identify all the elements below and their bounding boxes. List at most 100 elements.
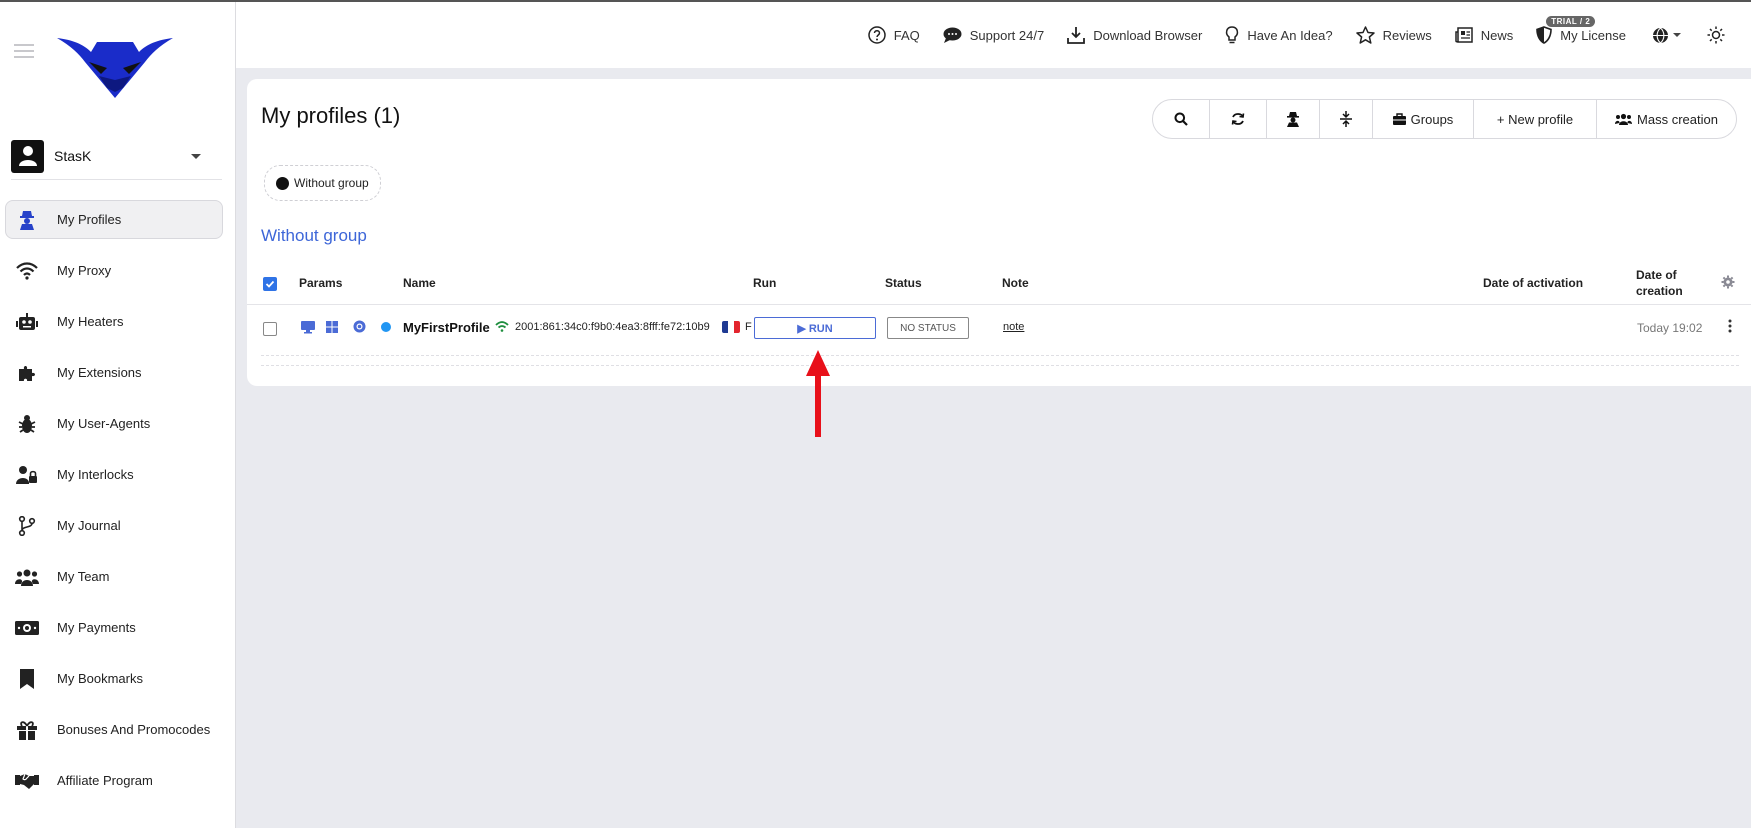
sidebar-item-my-proxy[interactable]: My Proxy <box>5 251 223 290</box>
col-run: Run <box>753 276 777 290</box>
compress-icon <box>1340 111 1352 127</box>
new-profile-label: + New profile <box>1496 111 1574 127</box>
support-label: Support 24/7 <box>969 27 1045 43</box>
run-button[interactable]: ▶ RUN <box>754 317 876 339</box>
sidebar-item-my-payments[interactable]: My Payments <box>5 608 223 647</box>
sidebar-item-my-extensions[interactable]: My Extensions <box>5 353 223 392</box>
newspaper-icon <box>1454 27 1473 43</box>
faq-link[interactable]: FAQ <box>867 26 920 44</box>
profiles-card: My profiles (1) Groups + New profile Mas… <box>247 79 1751 386</box>
chat-icon <box>943 27 962 43</box>
groups-button[interactable]: Groups <box>1373 100 1474 138</box>
download-icon <box>1067 27 1086 44</box>
sidebar-item-label: My Bookmarks <box>57 671 143 686</box>
top-nav: FAQ Support 24/7 Download Browser Have A… <box>845 16 1733 44</box>
select-all-checkbox[interactable] <box>263 277 277 291</box>
puzzle-icon <box>15 361 39 385</box>
idea-link[interactable]: Have An Idea? <box>1225 26 1333 44</box>
support-link[interactable]: Support 24/7 <box>943 27 1044 43</box>
shield-icon <box>1536 26 1553 44</box>
news-label: News <box>1480 27 1514 43</box>
sidebar-item-label: My Payments <box>57 620 136 635</box>
refresh-button[interactable] <box>1210 100 1267 138</box>
new-profile-button[interactable]: + New profile <box>1474 100 1597 138</box>
collapse-button[interactable] <box>1320 100 1373 138</box>
bug-icon <box>15 412 39 436</box>
globe-icon <box>1653 27 1668 43</box>
col-date-activation: Date of activation <box>1483 276 1584 290</box>
wifi-icon <box>15 259 39 283</box>
brand-logo[interactable] <box>55 30 175 100</box>
incognito-button[interactable] <box>1267 100 1320 138</box>
language-selector[interactable] <box>1652 27 1681 44</box>
chevron-down-icon[interactable] <box>191 153 201 159</box>
sidebar-item-affiliate[interactable]: Affiliate Program <box>5 761 223 800</box>
sidebar-item-my-heaters[interactable]: My Heaters <box>5 302 223 341</box>
france-flag-icon <box>722 321 740 333</box>
more-options-icon[interactable] <box>1728 319 1732 336</box>
divider <box>11 179 222 180</box>
bookmark-icon <box>15 667 39 691</box>
reviews-label: Reviews <box>1382 27 1432 43</box>
top-bar: FAQ Support 24/7 Download Browser Have A… <box>236 2 1751 68</box>
proxy-ip: 2001:861:34c0:f9b0:4ea3:8fff:fe72:10b9 <box>515 321 710 333</box>
reviews-link[interactable]: Reviews <box>1355 26 1432 44</box>
col-name: Name <box>403 276 436 290</box>
profile-name[interactable]: MyFirstProfile <box>403 320 490 335</box>
creation-date: Today 19:02 <box>1637 321 1703 335</box>
question-icon <box>867 26 886 44</box>
user-name: StasK <box>54 148 92 164</box>
download-browser-link[interactable]: Download Browser <box>1067 26 1202 44</box>
theme-toggle[interactable] <box>1707 26 1733 44</box>
profiles-toolbar: Groups + New profile Mass creation <box>1152 99 1737 139</box>
lightbulb-icon <box>1226 26 1239 44</box>
avatar <box>11 139 44 173</box>
news-link[interactable]: News <box>1454 27 1514 43</box>
gear-icon[interactable] <box>1721 275 1735 292</box>
row-divider <box>261 365 1739 366</box>
note-link[interactable]: note <box>1003 321 1024 333</box>
license-link[interactable]: TRIAL / 2 My License <box>1536 16 1626 44</box>
sidebar-item-my-profiles[interactable]: My Profiles <box>5 200 223 239</box>
handshake-icon <box>15 769 39 793</box>
mass-creation-button[interactable]: Mass creation <box>1597 100 1736 138</box>
sidebar-item-label: My Team <box>57 569 110 584</box>
sidebar-item-my-journal[interactable]: My Journal <box>5 506 223 545</box>
chevron-down-icon <box>1673 33 1681 37</box>
team-icon <box>15 565 39 589</box>
col-note: Note <box>1002 276 1029 290</box>
row-divider <box>261 355 1739 356</box>
sidebar-item-my-interlocks[interactable]: My Interlocks <box>5 455 223 494</box>
sidebar-item-my-user-agents[interactable]: My User-Agents <box>5 404 223 443</box>
sidebar-item-label: My User-Agents <box>57 416 151 431</box>
briefcase-icon <box>1392 113 1406 125</box>
col-date-creation: Date of creation <box>1636 268 1683 298</box>
user-lock-icon <box>15 463 39 487</box>
col-status: Status <box>885 276 922 290</box>
annotation-arrow <box>806 350 830 437</box>
star-icon <box>1355 26 1375 44</box>
status-badge[interactable]: NO STATUS <box>887 317 969 339</box>
sidebar-item-bonuses[interactable]: Bonuses And Promocodes <box>5 710 223 749</box>
profiles-icon <box>15 208 39 232</box>
download-label: Download Browser <box>1093 27 1203 43</box>
row-checkbox[interactable] <box>263 322 277 336</box>
table-row[interactable]: MyFirstProfile 2001:861:34c0:f9b0:4ea3:8… <box>247 305 1751 349</box>
robot-icon <box>15 310 39 334</box>
users-icon <box>1615 113 1633 125</box>
user-menu[interactable]: StasK <box>11 138 211 174</box>
search-button[interactable] <box>1153 100 1210 138</box>
gift-icon <box>15 718 39 742</box>
group-chip-label: Without group <box>294 176 369 190</box>
status-dot <box>381 322 391 332</box>
group-filter-chip[interactable]: Without group <box>264 165 381 201</box>
sidebar-item-my-bookmarks[interactable]: My Bookmarks <box>5 659 223 698</box>
table-header: Params Name Run Status Note Date of acti… <box>247 261 1751 305</box>
menu-toggle-icon[interactable] <box>14 44 34 62</box>
sidebar-item-label: Affiliate Program <box>57 773 153 788</box>
faq-label: FAQ <box>893 27 920 43</box>
group-heading: Without group <box>261 226 367 245</box>
refresh-icon <box>1231 113 1245 125</box>
sidebar-item-my-team[interactable]: My Team <box>5 557 223 596</box>
sidebar-item-label: My Journal <box>57 518 121 533</box>
